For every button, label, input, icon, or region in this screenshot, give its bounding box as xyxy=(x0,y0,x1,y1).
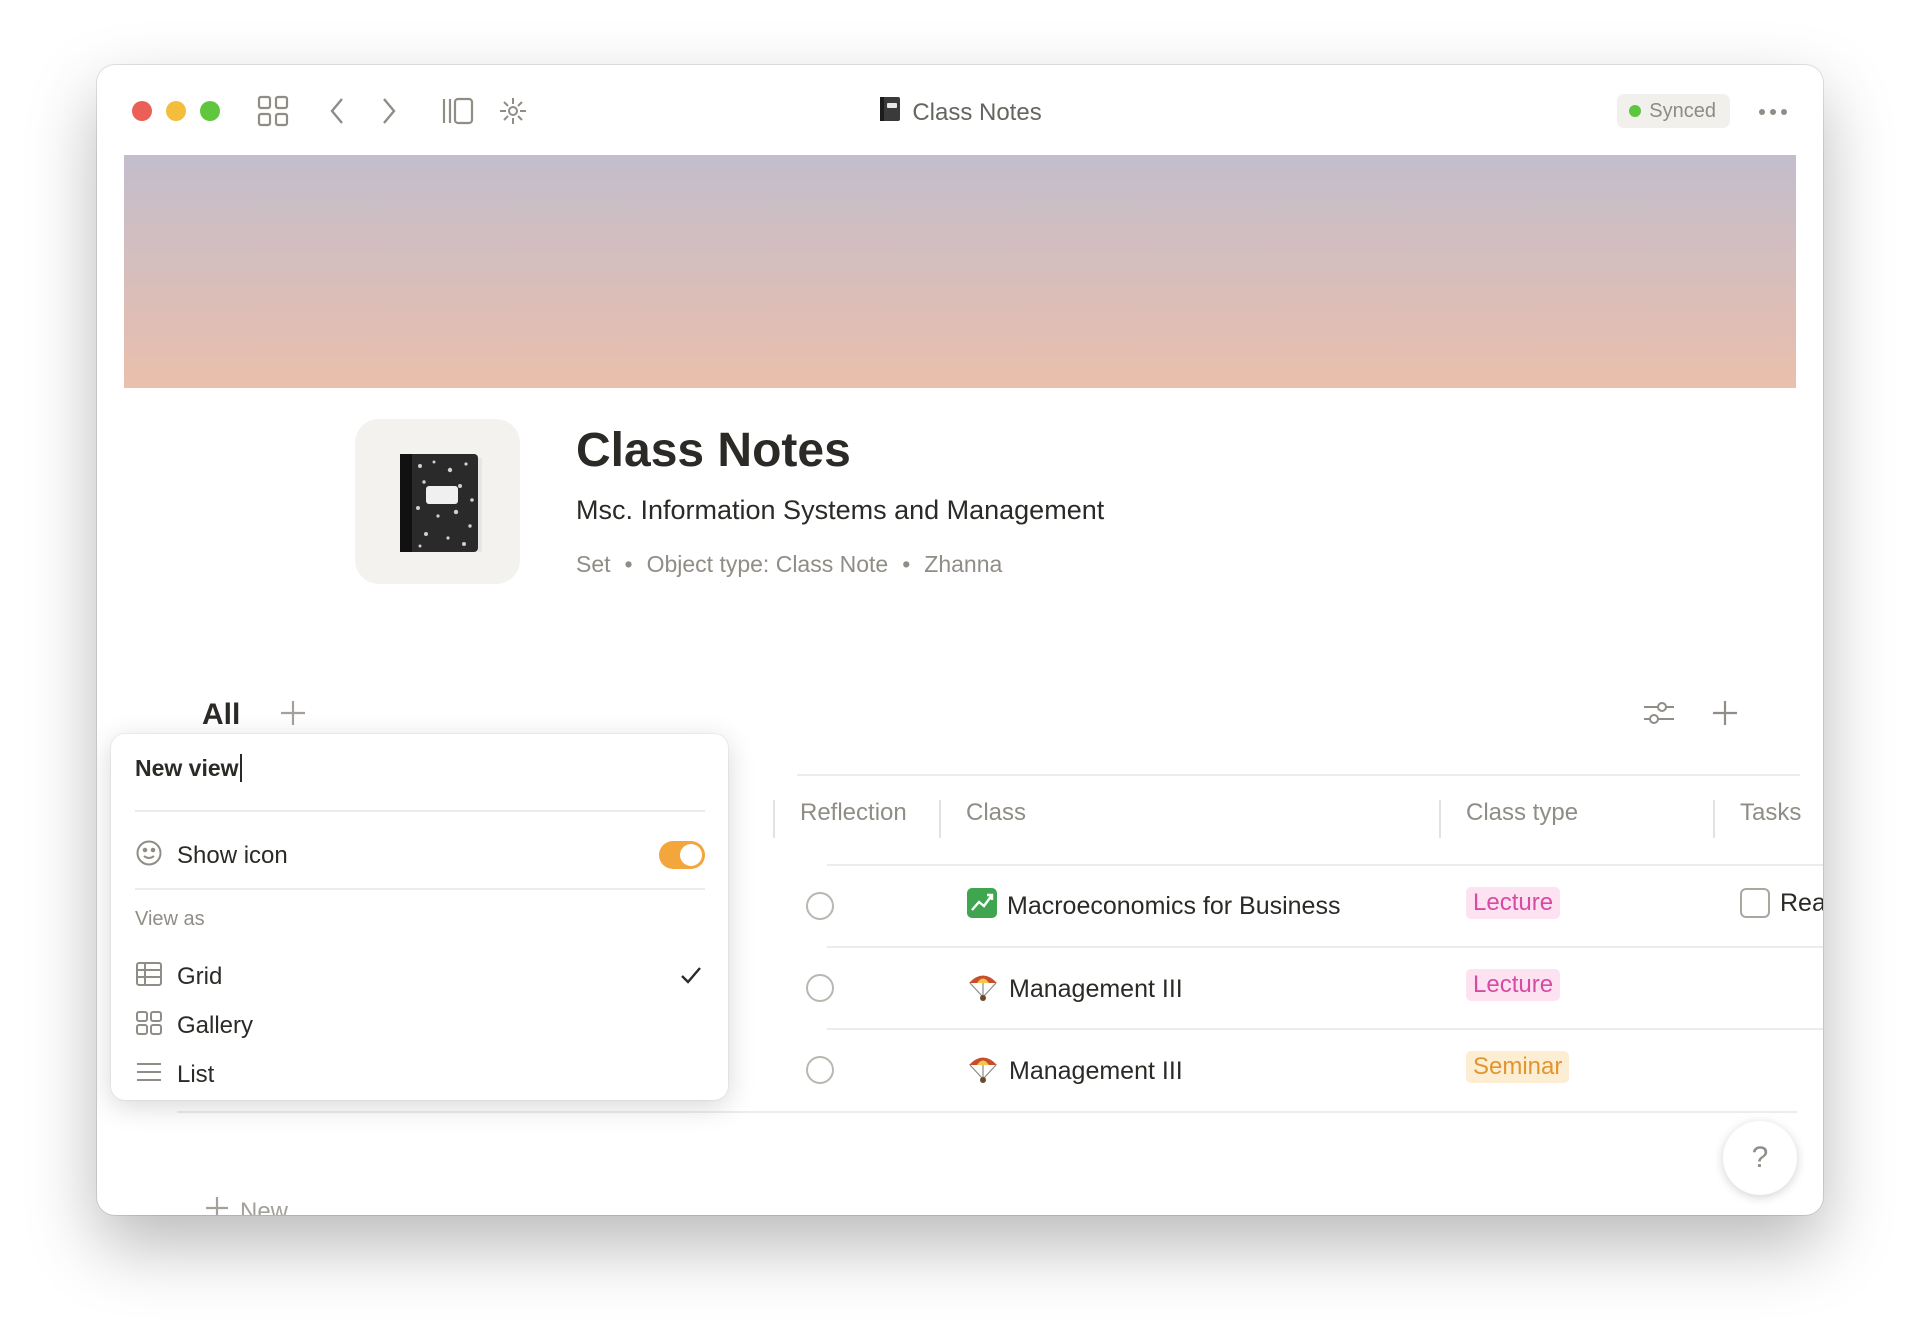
view-option-list[interactable]: List xyxy=(135,1055,705,1095)
table-divider xyxy=(797,774,1800,776)
view-name-value: New view xyxy=(135,754,239,781)
column-separator xyxy=(773,800,775,838)
new-view-popup: New view Show icon View as Grid Gallery … xyxy=(111,734,728,1100)
show-icon-row[interactable]: Show icon xyxy=(135,836,705,876)
parachute-icon xyxy=(967,1052,999,1091)
views-bar: All xyxy=(202,690,308,740)
reflection-checkbox[interactable] xyxy=(806,892,834,920)
sync-status-text: Synced xyxy=(1649,99,1716,122)
class-name: Management III xyxy=(1009,975,1183,1003)
row-divider xyxy=(177,1111,1797,1113)
task-name: Rea xyxy=(1780,888,1823,917)
meta-separator: • xyxy=(624,551,633,577)
page-meta: Set • Object type: Class Note • Zhanna xyxy=(576,551,1002,578)
view-option-gallery[interactable]: Gallery xyxy=(135,1006,705,1046)
toggle-knob xyxy=(680,844,702,866)
class-type-tag[interactable]: Seminar xyxy=(1466,1051,1570,1083)
view-option-label: List xyxy=(177,1061,215,1088)
task-cell[interactable]: Rea xyxy=(1740,888,1823,918)
class-name: Macroeconomics for Business xyxy=(1007,892,1341,920)
more-options-icon[interactable] xyxy=(1753,95,1793,129)
show-icon-label: Show icon xyxy=(177,842,288,869)
column-separator xyxy=(1713,800,1715,838)
window-title-text: Class Notes xyxy=(912,98,1042,126)
show-icon-toggle[interactable] xyxy=(659,841,705,869)
task-checkbox[interactable] xyxy=(1740,888,1770,918)
table-tools xyxy=(1641,695,1743,731)
reflection-checkbox[interactable] xyxy=(806,974,834,1002)
view-option-label: Grid xyxy=(177,963,223,990)
window-title: Class Notes xyxy=(97,95,1823,130)
smiley-icon xyxy=(135,839,163,874)
checkmark-icon xyxy=(679,963,703,994)
reflection-checkbox[interactable] xyxy=(806,1056,834,1084)
gallery-icon xyxy=(135,1010,163,1043)
column-header-tasks[interactable]: Tasks xyxy=(1740,799,1801,827)
list-icon xyxy=(135,1059,163,1092)
cover-image[interactable] xyxy=(124,155,1796,388)
class-cell[interactable]: Macroeconomics for Business xyxy=(967,888,1340,925)
parachute-icon xyxy=(967,970,999,1009)
meta-author[interactable]: Zhanna xyxy=(924,551,1002,578)
meta-separator: • xyxy=(902,551,911,577)
chart-icon xyxy=(967,888,997,925)
column-header-class-type[interactable]: Class type xyxy=(1466,799,1578,827)
popup-divider xyxy=(135,888,705,890)
add-new-row[interactable]: New xyxy=(204,1195,288,1215)
column-separator xyxy=(1439,800,1441,838)
class-cell[interactable]: Management III xyxy=(967,970,1183,1009)
sync-status-dot xyxy=(1629,105,1642,117)
class-type-tag[interactable]: Lecture xyxy=(1466,969,1561,1001)
plus-icon xyxy=(204,1195,230,1215)
column-header-reflection[interactable]: Reflection xyxy=(800,799,907,827)
view-option-label: Gallery xyxy=(177,1012,254,1039)
page-description[interactable]: Msc. Information Systems and Management xyxy=(576,495,1104,526)
title-bar: Class Notes Synced xyxy=(97,65,1823,155)
view-tab-all[interactable]: All xyxy=(202,698,240,732)
text-caret xyxy=(239,754,242,782)
add-view-icon[interactable] xyxy=(278,698,308,733)
view-name-input[interactable]: New view xyxy=(135,754,242,782)
app-window: Class Notes Synced Class Notes Msc. Info… xyxy=(97,65,1823,1215)
class-type-tag[interactable]: Lecture xyxy=(1466,887,1561,919)
view-as-label: View as xyxy=(135,908,205,930)
column-header-class[interactable]: Class xyxy=(966,799,1026,827)
composition-notebook-icon xyxy=(399,453,482,552)
meta-object-type[interactable]: Object type: Class Note xyxy=(647,551,889,578)
new-row-label: New xyxy=(240,1197,289,1216)
class-cell[interactable]: Management III xyxy=(967,1052,1183,1091)
notebook-icon xyxy=(878,95,902,130)
add-object-icon[interactable] xyxy=(1707,695,1743,731)
page-icon[interactable] xyxy=(355,419,520,584)
class-name: Management III xyxy=(1009,1057,1183,1085)
page-title[interactable]: Class Notes xyxy=(576,423,851,478)
settings-sliders-icon[interactable] xyxy=(1641,695,1677,731)
grid-icon xyxy=(135,961,163,994)
column-separator xyxy=(939,800,941,838)
help-button[interactable]: ? xyxy=(1723,1121,1797,1195)
view-option-grid[interactable]: Grid xyxy=(135,957,705,997)
sync-status-badge[interactable]: Synced xyxy=(1617,94,1730,128)
popup-divider xyxy=(135,810,705,812)
meta-layout[interactable]: Set xyxy=(576,551,611,578)
